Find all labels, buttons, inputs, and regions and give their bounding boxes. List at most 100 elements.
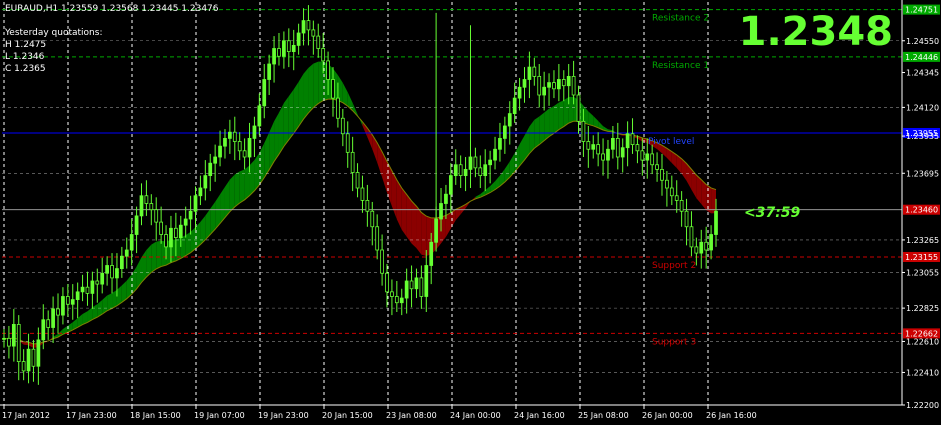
candle-body (694, 246, 699, 254)
candle-body (468, 156, 473, 170)
x-tick-label: 19 Jan 23:00 (258, 411, 309, 420)
y-tick-label: 1.23265 (906, 236, 939, 245)
candle-body (404, 280, 409, 299)
candle-body (331, 79, 335, 99)
x-tick-label: 26 Jan 00:00 (642, 411, 693, 420)
cloud-segment-bear (706, 184, 712, 214)
candle-body (85, 286, 90, 294)
cloud-segment-bull (534, 116, 540, 149)
candle-body (36, 339, 41, 367)
candle-body (277, 48, 281, 57)
candle-body (336, 97, 340, 119)
candle-body (41, 319, 46, 341)
candle-body (119, 255, 124, 270)
cloud-segment-bull (568, 96, 574, 124)
candle-body (26, 348, 31, 372)
candle-body (208, 162, 213, 176)
x-tick-label: 23 Jan 08:00 (386, 411, 437, 420)
cloud-segment-bull (249, 160, 255, 196)
candle-body (144, 195, 149, 204)
candle-body (110, 265, 114, 279)
candle-body (203, 175, 208, 189)
candle-body (409, 280, 414, 290)
candle-body (286, 40, 291, 53)
candle-body (95, 280, 100, 285)
candle-body (625, 133, 630, 149)
candle-body (375, 226, 380, 251)
candle-body (463, 168, 468, 176)
candle-body (689, 226, 694, 248)
candle-body (635, 144, 640, 152)
candle-body (507, 113, 512, 127)
cloud-segment-bull (298, 73, 304, 127)
candle-body (198, 187, 203, 197)
candle-body (537, 76, 542, 96)
candle-body (223, 137, 227, 147)
candle-body (478, 167, 483, 177)
candle-body (458, 164, 463, 177)
candle-body (169, 227, 173, 248)
candle-body (699, 241, 704, 254)
candle-body (674, 195, 679, 201)
candle-body (228, 131, 232, 139)
candle-body (149, 203, 154, 211)
candle-body (650, 153, 655, 166)
candle-body (493, 148, 497, 161)
candle-body (257, 105, 262, 127)
candle-body (355, 172, 360, 189)
level-label: Pivot level (648, 137, 694, 147)
x-tick-label: 19 Jan 07:00 (194, 411, 245, 420)
candle-body (390, 291, 394, 297)
candle-body (532, 66, 537, 77)
candle-body (267, 63, 272, 80)
cloud-segment-bull (563, 97, 569, 127)
cloud-segment-bear (411, 200, 417, 249)
cloud-segment-bull (549, 105, 554, 137)
current-price-label: 1.23460 (905, 206, 938, 215)
cloud-segment-bull (313, 61, 319, 108)
candle-body (552, 82, 556, 90)
candle-body (448, 175, 453, 195)
candle-body (360, 187, 365, 201)
candle-body (134, 215, 139, 235)
candle-body (56, 308, 60, 316)
candle-body (173, 227, 178, 239)
cloud-segment-bull (244, 165, 250, 200)
candle-body (704, 241, 709, 251)
candle-body (124, 249, 129, 257)
candle-body (596, 144, 601, 155)
candle-body (345, 133, 350, 153)
candle-body (517, 86, 522, 99)
candle-body (65, 296, 70, 305)
candle-body (218, 145, 222, 158)
candle-body (630, 133, 635, 146)
candle-body (2, 337, 6, 340)
candle-body (159, 221, 163, 235)
candle-body (660, 168, 664, 181)
candle-body (301, 20, 306, 34)
candle-body (611, 137, 615, 150)
candle-body (591, 144, 596, 150)
candle-body (665, 179, 669, 189)
level-price-label: 1.24446 (905, 53, 938, 62)
candle-body (370, 210, 375, 228)
bar-countdown: <37:59 (744, 205, 801, 221)
cloud-segment-bear (416, 206, 422, 255)
x-tick-label: 25 Jan 08:00 (578, 411, 629, 420)
candle-body (70, 299, 75, 305)
candle-body (576, 94, 581, 122)
y-tick-label: 1.23055 (906, 268, 939, 277)
cloud-segment-bull (553, 102, 559, 134)
x-tick-label: 17 Jan 2012 (2, 411, 50, 420)
y-tick-label: 1.24345 (906, 69, 939, 78)
candle-body (380, 249, 384, 274)
level-label: Support 2 (652, 261, 696, 271)
candle-body (100, 272, 105, 285)
candle-body (326, 60, 330, 80)
candle-body (51, 308, 55, 328)
candle-body (311, 29, 316, 37)
candle-body (709, 234, 713, 251)
candle-body (655, 164, 659, 170)
candle-body (434, 218, 438, 243)
cloud-segment-bull (180, 235, 186, 259)
